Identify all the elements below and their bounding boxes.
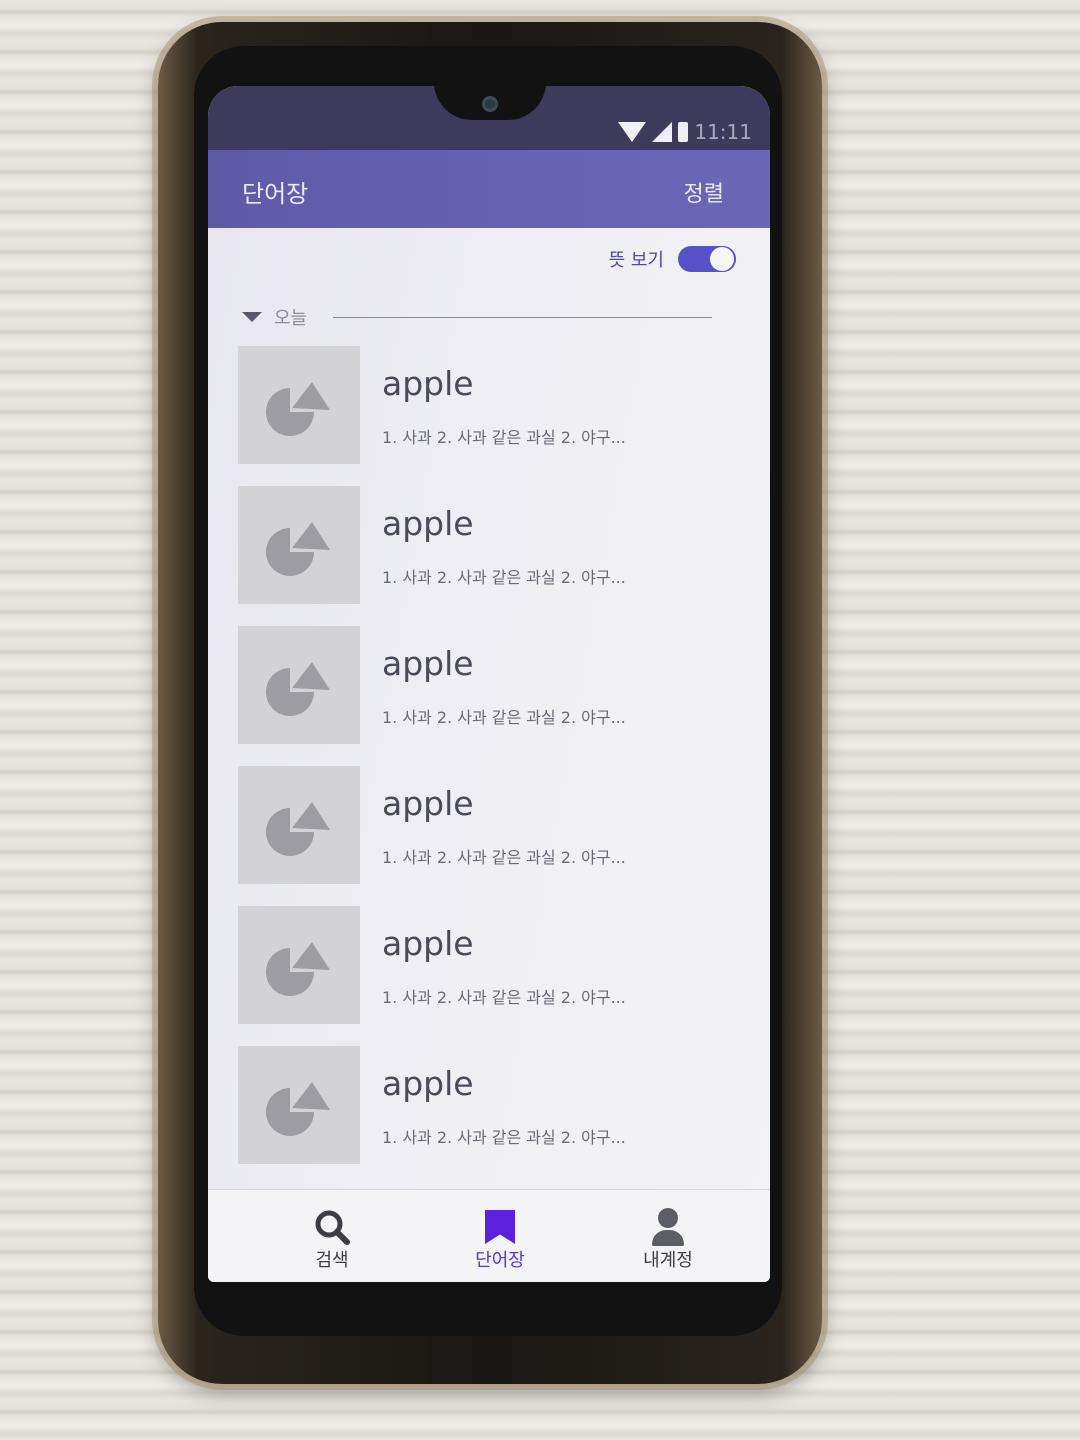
- list-item[interactable]: apple 1. 사과 2. 사과 같은 과실 2. 야구...: [238, 486, 758, 626]
- app-bar: 단어장 정렬: [208, 150, 770, 228]
- phone-device: 11:11 단어장 정렬 뜻 보기 오늘 apple 1. 사과 2. 사과 같…: [158, 22, 822, 1384]
- nav-account-label: 내계정: [643, 1250, 693, 1271]
- battery-icon: [678, 122, 689, 142]
- placeholder-image-icon: [238, 906, 360, 1024]
- caret-down-icon: [242, 312, 262, 322]
- placeholder-image-icon: [238, 486, 360, 604]
- word-definition: 1. 사과 2. 사과 같은 과실 2. 야구...: [382, 428, 626, 447]
- nav-wordbook[interactable]: 단어장: [440, 1208, 560, 1272]
- list-item[interactable]: apple 1. 사과 2. 사과 같은 과실 2. 야구...: [238, 1046, 758, 1186]
- list-item[interactable]: apple 1. 사과 2. 사과 같은 과실 2. 야구...: [238, 626, 758, 766]
- phone-bezel: 11:11 단어장 정렬 뜻 보기 오늘 apple 1. 사과 2. 사과 같…: [194, 46, 782, 1336]
- word-title: apple: [382, 1064, 474, 1103]
- nav-wordbook-label: 단어장: [475, 1250, 525, 1271]
- word-title: apple: [382, 504, 474, 543]
- screen: 11:11 단어장 정렬 뜻 보기 오늘 apple 1. 사과 2. 사과 같…: [208, 86, 770, 1282]
- section-divider: [333, 316, 712, 318]
- word-title: apple: [382, 924, 474, 963]
- nav-account[interactable]: 내계정: [608, 1208, 728, 1272]
- status-time: 11:11: [694, 120, 752, 144]
- bookmark-icon: [440, 1208, 560, 1246]
- word-title: apple: [382, 644, 474, 683]
- signal-icon: [652, 122, 673, 142]
- placeholder-image-icon: [238, 626, 360, 744]
- list-item[interactable]: apple 1. 사과 2. 사과 같은 과실 2. 야구...: [238, 346, 758, 486]
- word-title: apple: [382, 364, 474, 403]
- page-title: 단어장: [242, 180, 309, 208]
- meaning-toggle[interactable]: [678, 246, 736, 272]
- front-camera: [482, 96, 498, 112]
- word-definition: 1. 사과 2. 사과 같은 과실 2. 야구...: [382, 568, 626, 587]
- word-definition: 1. 사과 2. 사과 같은 과실 2. 야구...: [382, 988, 626, 1007]
- word-definition: 1. 사과 2. 사과 같은 과실 2. 야구...: [382, 708, 626, 727]
- nav-search[interactable]: 검색: [272, 1208, 392, 1272]
- meaning-toggle-label: 뜻 보기: [608, 250, 664, 271]
- search-icon: [272, 1208, 392, 1246]
- word-title: apple: [382, 784, 474, 823]
- word-list: apple 1. 사과 2. 사과 같은 과실 2. 야구... apple 1…: [238, 346, 758, 1186]
- placeholder-image-icon: [238, 346, 360, 464]
- word-definition: 1. 사과 2. 사과 같은 과실 2. 야구...: [382, 848, 626, 867]
- toggle-knob: [710, 247, 734, 271]
- person-icon: [608, 1208, 728, 1246]
- bottom-navigation: 검색 단어장 내계정: [208, 1189, 770, 1282]
- nav-search-label: 검색: [315, 1250, 349, 1271]
- list-item[interactable]: apple 1. 사과 2. 사과 같은 과실 2. 야구...: [238, 906, 758, 1046]
- word-definition: 1. 사과 2. 사과 같은 과실 2. 야구...: [382, 1128, 626, 1147]
- section-header-today[interactable]: 오늘: [242, 304, 712, 330]
- status-icons: 11:11: [618, 120, 752, 144]
- section-label: 오늘: [274, 308, 308, 329]
- placeholder-image-icon: [238, 766, 360, 884]
- placeholder-image-icon: [238, 1046, 360, 1164]
- sort-button[interactable]: 정렬: [684, 176, 724, 208]
- wifi-icon: [618, 122, 647, 142]
- list-item[interactable]: apple 1. 사과 2. 사과 같은 과실 2. 야구...: [238, 766, 758, 906]
- meaning-toggle-row: 뜻 보기: [609, 246, 736, 272]
